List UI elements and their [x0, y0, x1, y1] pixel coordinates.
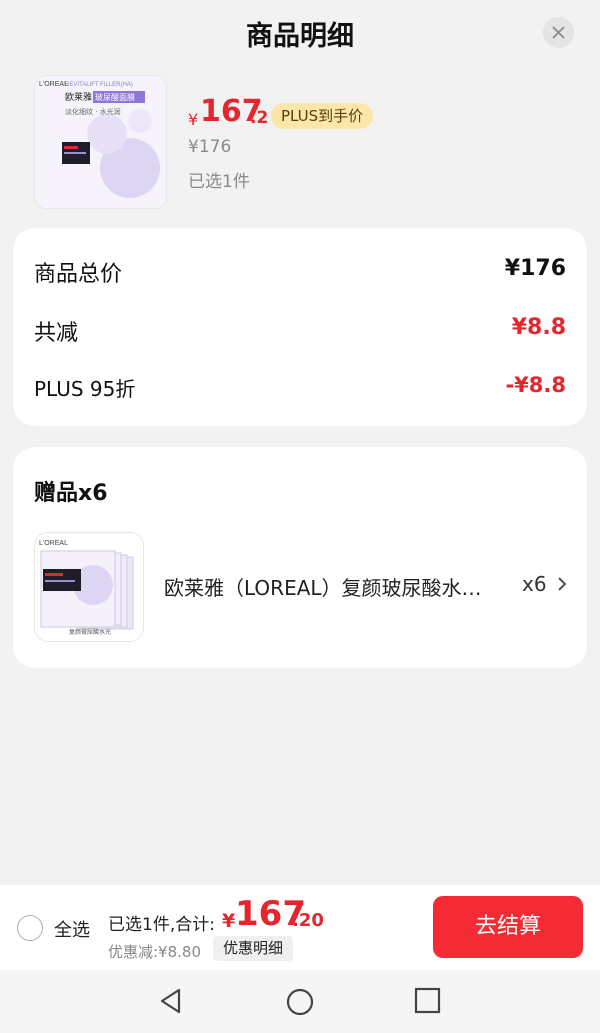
- back-triangle-icon[interactable]: [157, 987, 185, 1015]
- recent-square-icon[interactable]: [414, 987, 441, 1014]
- total-discount-label: 共减: [34, 321, 79, 346]
- select-all-label[interactable]: 全选: [54, 916, 90, 942]
- product-image[interactable]: L'OREAL REVITALIFT FILLER(HA) 欧莱雅 玻尿酸面膜 …: [34, 75, 167, 209]
- plus-discount-label: PLUS 95折: [34, 377, 136, 401]
- header: 商品明细: [0, 0, 600, 64]
- original-price: ¥176: [188, 137, 232, 157]
- close-button[interactable]: [543, 17, 574, 48]
- total-price-label: 商品总价: [34, 262, 123, 287]
- page-title: 商品明细: [246, 21, 354, 52]
- plus-discount-value: -¥8.8: [505, 373, 566, 397]
- price-summary-card: 商品总价 ¥176 共减 ¥8.8 PLUS 95折 -¥8.8: [13, 228, 587, 426]
- price-currency: ¥: [188, 110, 199, 129]
- select-all-radio[interactable]: [17, 915, 43, 941]
- checkout-bar: 全选 已选1件,合计: ¥ 167 .20 优惠减:¥8.80 优惠明细 去结算: [0, 885, 600, 970]
- product-image-art: L'OREAL REVITALIFT FILLER(HA) 欧莱雅 玻尿酸面膜 …: [35, 76, 166, 208]
- total-label: 已选1件,合计:: [108, 915, 215, 935]
- thumb-line: REVITALIFT FILLER(HA): [65, 82, 133, 88]
- total-currency: ¥: [222, 910, 236, 932]
- gift-image-art: L'OREAL 复颜玻尿酸水光: [35, 533, 143, 641]
- selected-quantity: 已选1件: [188, 172, 250, 192]
- gifts-card: 赠品x6 L'OREAL 复颜玻尿酸水光 欧莱雅（LOREAL）复颜玻尿酸水光充…: [13, 447, 587, 668]
- thumb-name: 欧莱雅: [65, 91, 92, 103]
- checkout-button[interactable]: 去结算: [433, 896, 583, 958]
- price-decimal: .2: [250, 108, 269, 128]
- close-icon: [552, 26, 565, 39]
- total-decimal: .20: [292, 910, 324, 931]
- discount-detail-button[interactable]: 优惠明细: [213, 936, 294, 961]
- plus-price-badge: PLUS到手价: [271, 103, 374, 129]
- home-circle-icon[interactable]: [285, 987, 315, 1017]
- total-price-value: ¥176: [504, 256, 566, 281]
- system-nav-bar: [0, 970, 600, 1033]
- gift-thumb-caption: 复颜玻尿酸水光: [69, 628, 111, 636]
- thumb-tag: 玻尿酸面膜: [95, 92, 135, 102]
- gifts-title: 赠品x6: [34, 481, 108, 506]
- chevron-right-icon[interactable]: [557, 576, 567, 592]
- gift-image[interactable]: L'OREAL 复颜玻尿酸水光: [34, 532, 144, 642]
- gift-item-name[interactable]: 欧莱雅（LOREAL）复颜玻尿酸水光充盈导入膜: [164, 572, 484, 601]
- gift-thumb-brand: L'OREAL: [39, 540, 68, 547]
- thumb-brand: L'OREAL: [39, 81, 68, 88]
- gift-item-quantity: x6: [522, 572, 547, 596]
- thumb-sub: 淡化细纹 · 水光润: [65, 107, 121, 116]
- total-discount-value: ¥8.8: [511, 315, 566, 340]
- discount-amount: 优惠减:¥8.80: [108, 943, 201, 961]
